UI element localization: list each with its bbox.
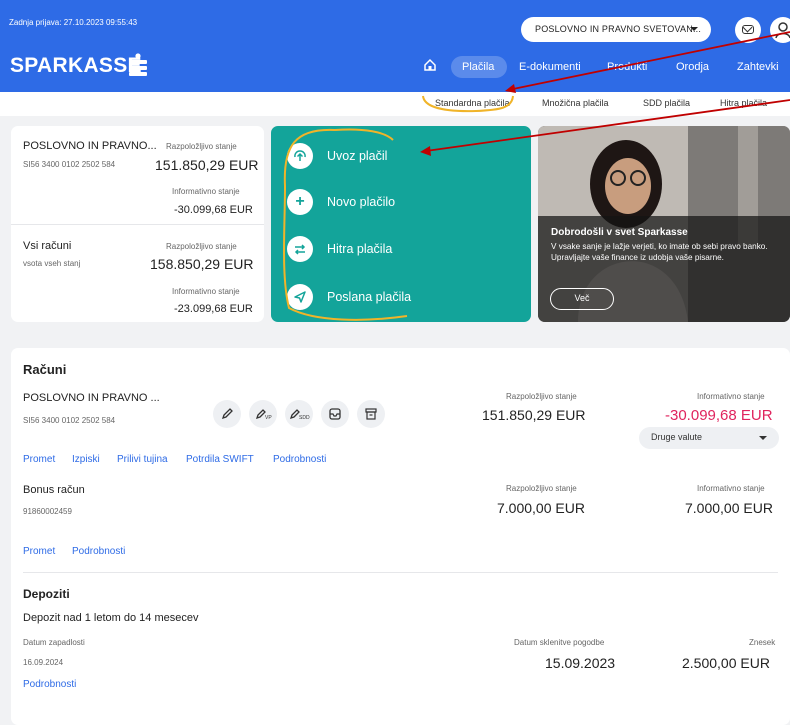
annotation-overlay: [420, 31, 790, 156]
arrow-line: [507, 31, 790, 91]
arrow-line: [425, 99, 790, 152]
arrow-head: [505, 84, 516, 93]
arrow-head: [420, 146, 431, 156]
